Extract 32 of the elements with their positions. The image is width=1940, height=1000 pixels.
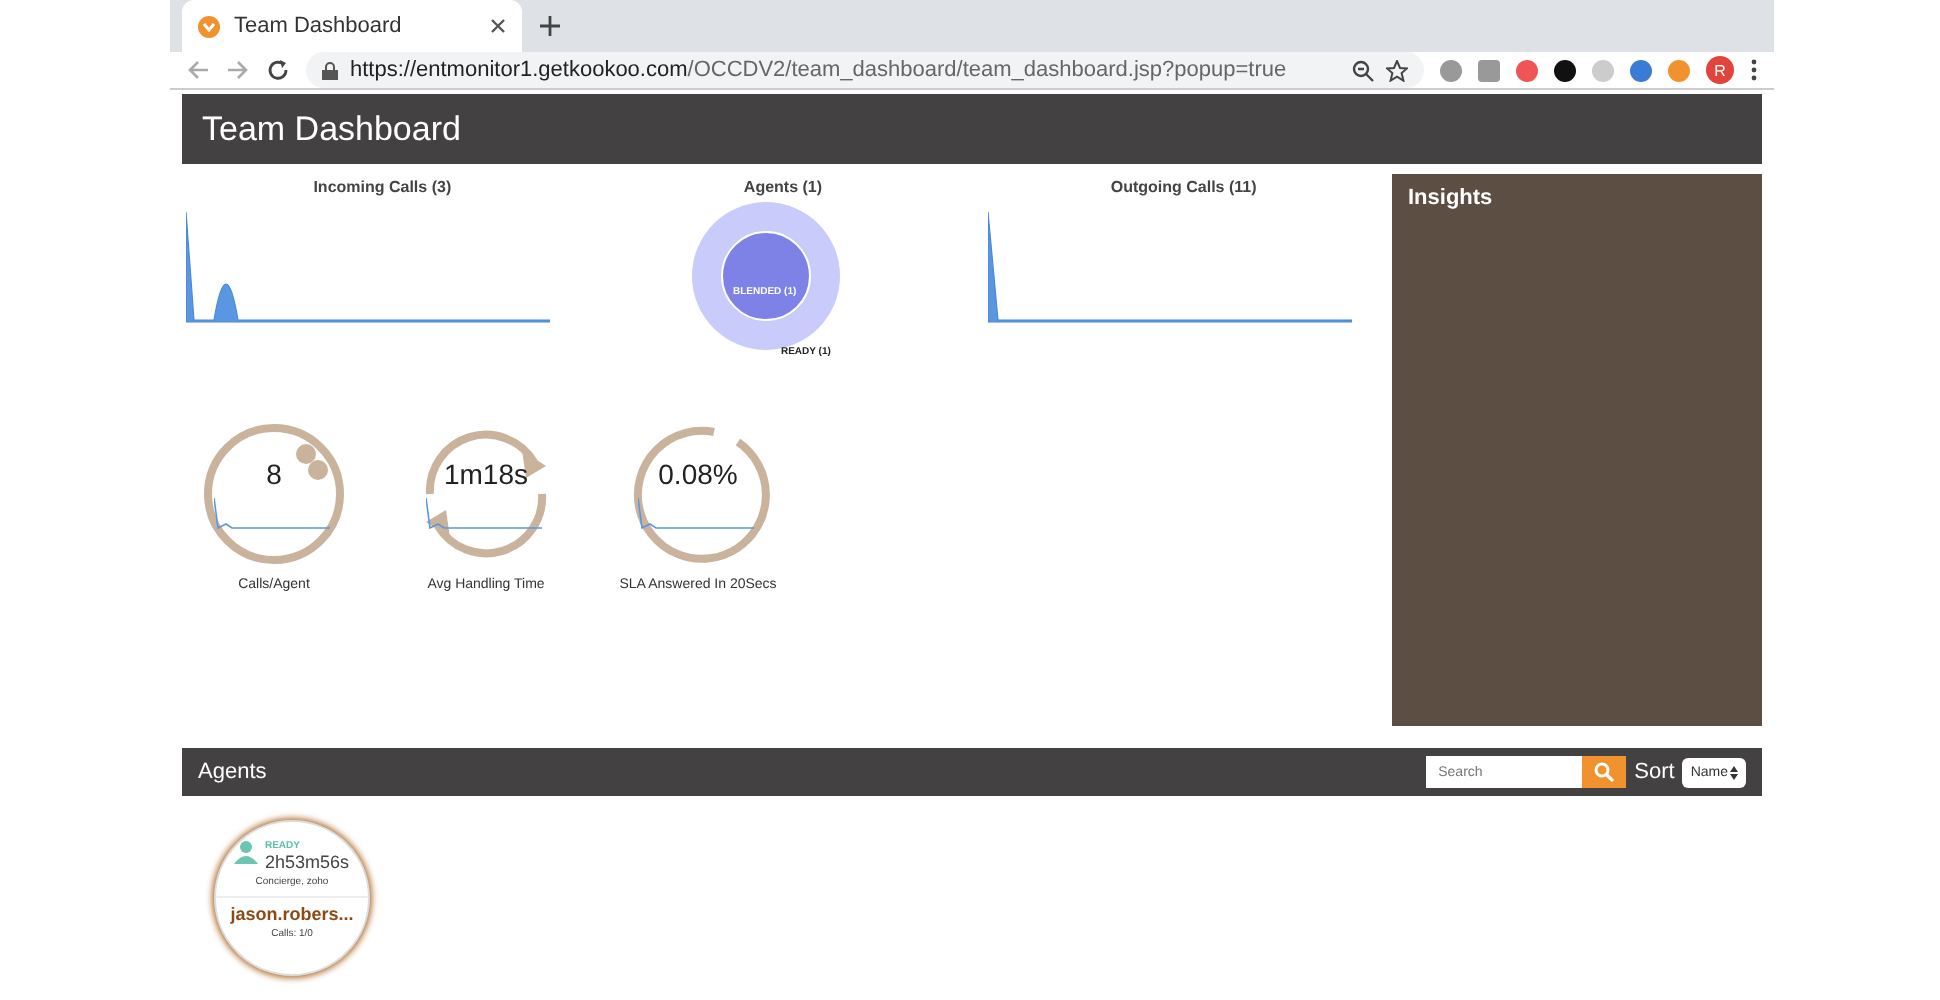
kpi-value: 0.08% (656, 458, 740, 490)
address-bar[interactable]: https://entmonitor1.getkookoo.com/OCCDV2/team_dashboard/team_dashboard.jsp?popup=true (306, 52, 1424, 88)
profile-avatar[interactable]: R (1706, 56, 1734, 84)
star-icon[interactable] (1386, 59, 1408, 81)
chart-title: Outgoing Calls (11) (1110, 178, 1257, 196)
kpi-value: 8 (264, 458, 284, 490)
sort-arrows-icon (1730, 765, 1738, 779)
search-icon (1594, 762, 1615, 782)
sparkline (426, 498, 542, 530)
sparkline (638, 498, 754, 530)
lock-icon (322, 61, 338, 79)
new-tab-icon[interactable] (538, 14, 562, 38)
sort-label: Sort (1634, 760, 1675, 784)
kpi-ring (202, 422, 346, 566)
menu-icon[interactable] (1750, 58, 1758, 82)
person-icon (234, 840, 259, 864)
search-button[interactable] (1582, 756, 1627, 788)
agent-duration: 2h53m56s (264, 852, 350, 872)
kpi-value: 1m18s (441, 458, 531, 490)
agent-name: jason.robers... (230, 904, 354, 924)
site-icon (198, 15, 220, 37)
chart-title: Agents (1) (743, 178, 823, 196)
close-icon[interactable] (490, 18, 506, 34)
panel-title: Insights (1408, 186, 1493, 210)
reload-icon[interactable] (266, 58, 290, 82)
section-title: Agents (198, 760, 269, 784)
sparkline (214, 498, 330, 530)
chart-title: Incoming Calls (3) (313, 178, 452, 196)
page-header: Team Dashboard (182, 94, 1762, 164)
zoom-icon[interactable] (1352, 59, 1374, 81)
extension-icon[interactable] (1554, 59, 1576, 81)
browser-tab[interactable]: Team Dashboard (182, 0, 522, 52)
